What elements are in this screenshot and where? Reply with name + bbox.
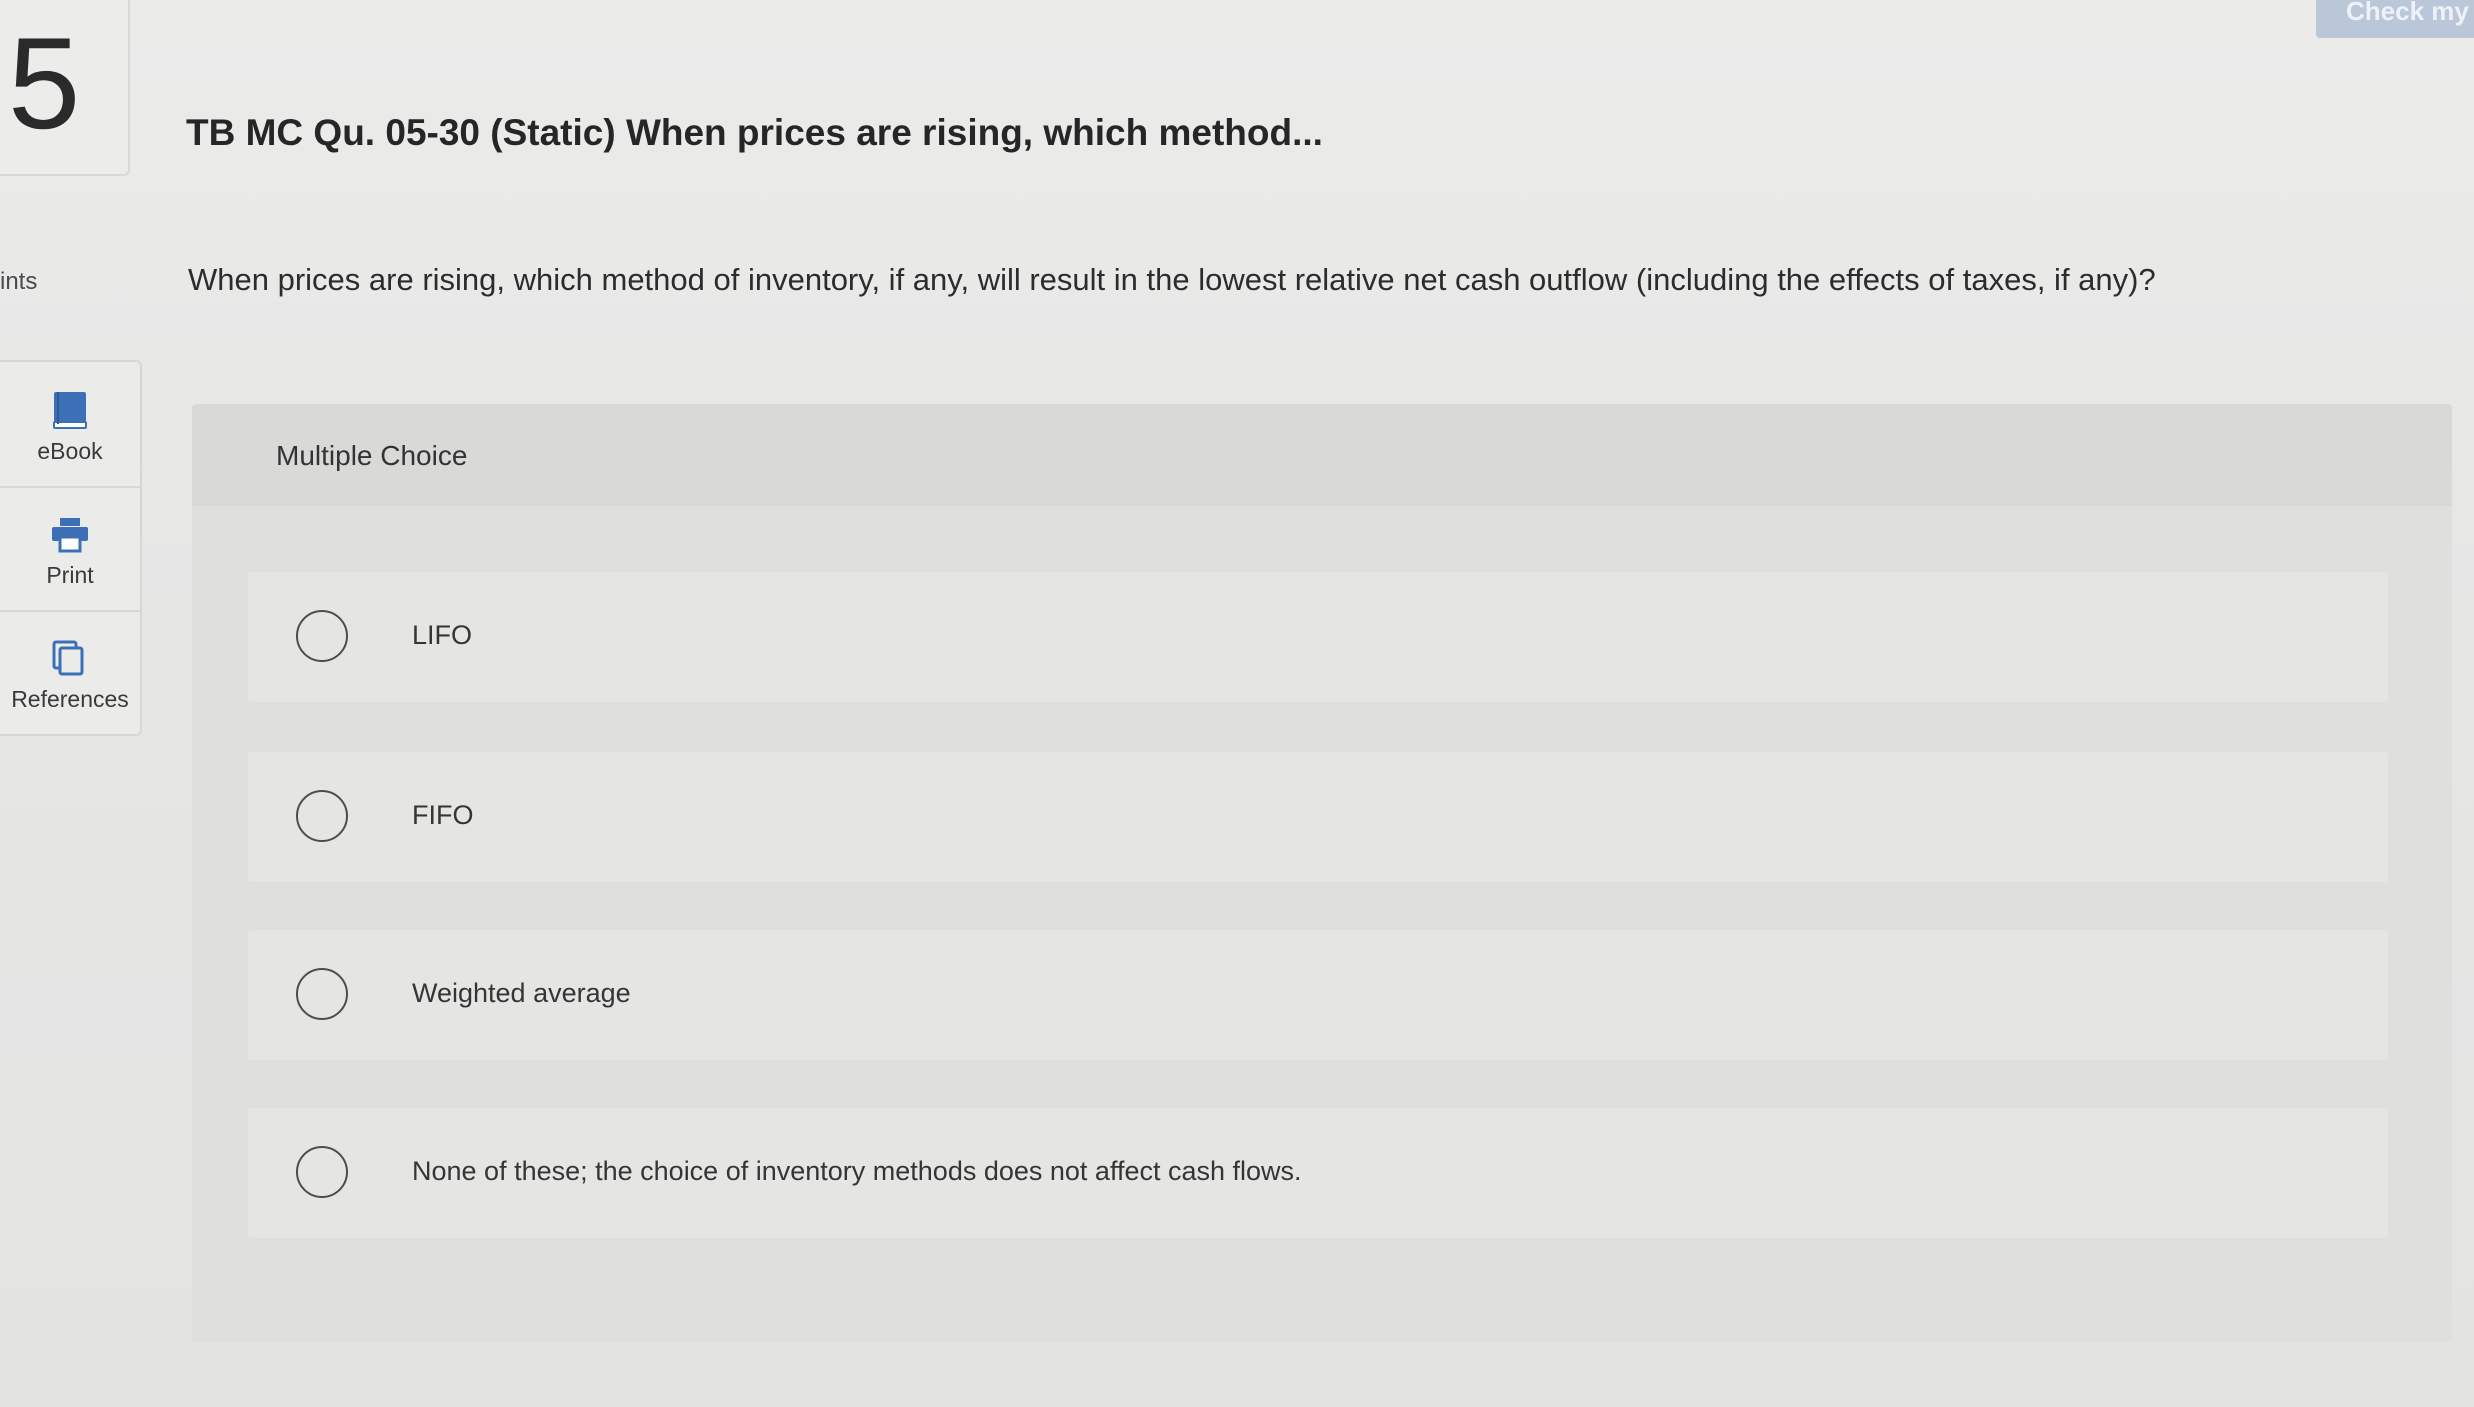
option-weighted-average[interactable]: Weighted average	[248, 930, 2388, 1060]
multiple-choice-label: Multiple Choice	[276, 440, 468, 471]
option-fifo[interactable]: FIFO	[248, 752, 2388, 882]
multiple-choice-header: Multiple Choice	[192, 404, 2452, 506]
option-label: FIFO	[412, 800, 474, 830]
print-button[interactable]: Print	[0, 486, 140, 612]
option-label: LIFO	[412, 620, 473, 650]
option-label: None of these; the choice of inventory m…	[412, 1156, 1302, 1186]
radio-button[interactable]	[296, 968, 348, 1020]
copy-documents-icon	[50, 638, 90, 680]
points-label: ints	[0, 268, 38, 295]
ebook-button[interactable]: eBook	[0, 362, 140, 488]
radio-button[interactable]	[296, 790, 348, 842]
ebook-label: eBook	[37, 438, 103, 464]
printer-icon	[50, 514, 90, 556]
book-icon	[50, 390, 90, 432]
question-number: 5	[8, 10, 81, 156]
option-label: Weighted average	[412, 978, 631, 1008]
side-tools-panel: eBook Print References	[0, 360, 142, 736]
multiple-choice-panel: Multiple Choice LIFO FIFO Weighted avera…	[192, 404, 2452, 1342]
references-label: References	[11, 686, 129, 712]
question-text: When prices are rising, which method of …	[188, 262, 2156, 297]
radio-button[interactable]	[296, 610, 348, 662]
check-my-work-button[interactable]: Check my	[2316, 0, 2474, 38]
question-title: TB MC Qu. 05-30 (Static) When prices are…	[186, 112, 1323, 153]
print-label: Print	[46, 562, 94, 588]
radio-button[interactable]	[296, 1146, 348, 1198]
question-number-box: 5	[0, 0, 130, 176]
option-lifo[interactable]: LIFO	[248, 572, 2388, 702]
option-none-of-these[interactable]: None of these; the choice of inventory m…	[248, 1108, 2388, 1238]
references-button[interactable]: References	[0, 610, 140, 734]
